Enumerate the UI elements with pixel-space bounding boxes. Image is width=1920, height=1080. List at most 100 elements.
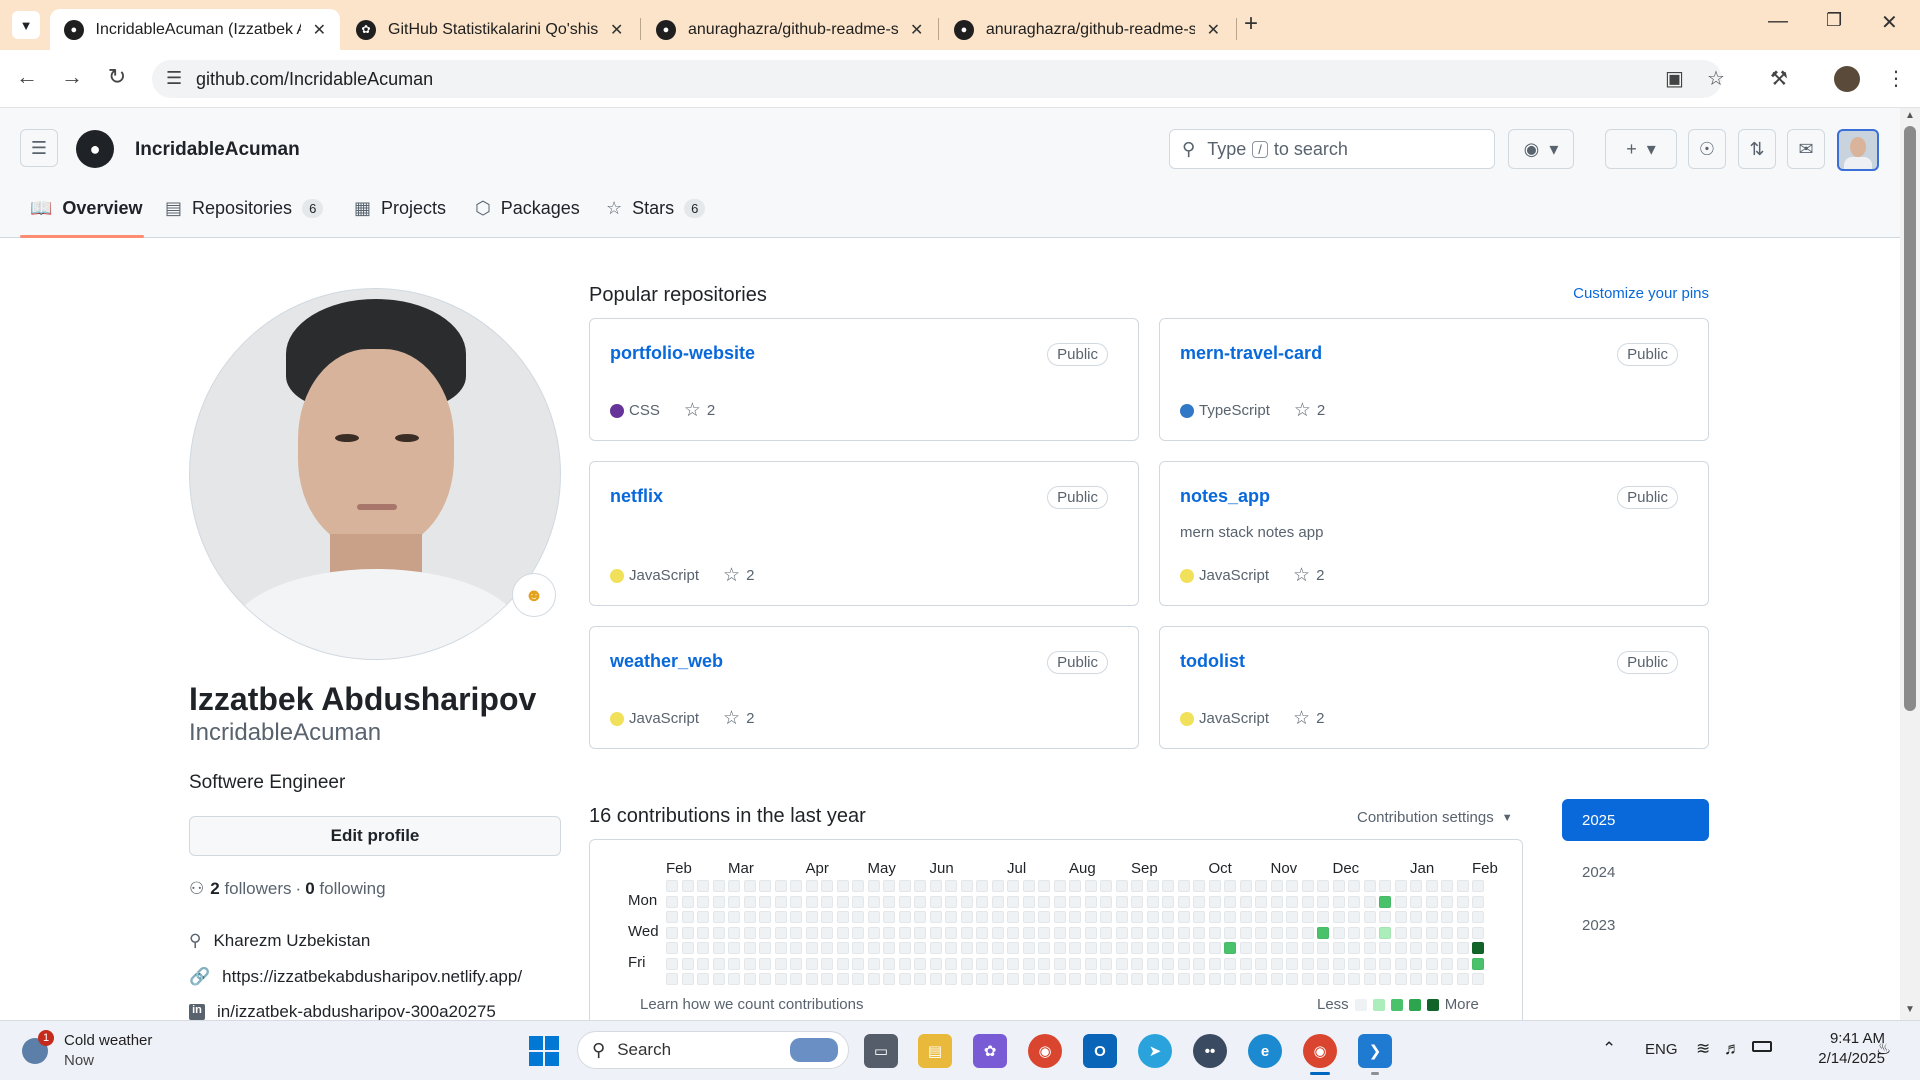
restore-button[interactable]: ❐ [1826,10,1842,31]
contribution-cell[interactable] [712,973,725,985]
contribution-cell[interactable] [1472,926,1484,939]
contribution-cell[interactable] [666,973,678,985]
contribution-cell[interactable] [1100,880,1112,892]
contribution-cell[interactable] [1456,926,1469,939]
contribution-cell[interactable] [852,880,864,892]
contribution-cell[interactable] [836,926,849,939]
contribution-cell[interactable] [1255,911,1267,923]
contribution-cell[interactable] [697,895,709,908]
tab-projects[interactable]: ▦ Projects [354,196,446,220]
contribution-cell[interactable] [836,942,849,954]
contribution-cell[interactable] [666,911,678,923]
contribution-cell[interactable] [1425,911,1438,923]
contribution-cell[interactable] [743,926,756,939]
contribution-cell[interactable] [1410,880,1422,892]
repo-name-link[interactable]: weather_web [610,651,723,672]
wifi-icon[interactable]: ≋ [1696,1039,1710,1059]
contribution-cell[interactable] [805,957,818,970]
contribution-cell[interactable] [728,911,740,923]
contribution-cell[interactable] [1177,895,1190,908]
contribution-cell[interactable] [712,880,725,892]
contribution-cell[interactable] [1115,895,1128,908]
scroll-down-arrow[interactable]: ▼ [1905,1004,1915,1015]
repo-name-link[interactable]: mern-travel-card [1180,343,1322,364]
contribution-cell[interactable] [1007,895,1019,908]
contribution-cell[interactable] [898,926,911,939]
contribution-cell[interactable] [1224,911,1236,923]
contribution-cell[interactable] [1208,911,1221,923]
contribution-cell[interactable] [960,957,973,970]
contribution-cell[interactable] [1069,926,1081,939]
contribution-cell[interactable] [867,880,880,892]
reload-icon[interactable]: ↻ [102,64,132,90]
contribution-cell[interactable] [945,880,957,892]
contribution-cell[interactable] [898,880,911,892]
contribution-cell[interactable] [898,957,911,970]
contribution-cell[interactable] [712,895,725,908]
contribution-cell[interactable] [681,942,694,954]
contribution-cell[interactable] [728,880,740,892]
contribution-cell[interactable] [1332,942,1345,954]
contribution-cell[interactable] [836,957,849,970]
contribution-cell[interactable] [1239,942,1252,954]
status-emoji-button[interactable]: ☻ [512,573,556,617]
contribution-cell[interactable] [790,911,802,923]
contribution-cell[interactable] [1177,942,1190,954]
contribution-cell[interactable] [914,942,926,954]
contribution-cell[interactable] [929,895,942,908]
contribution-cell[interactable] [1084,957,1097,970]
contribution-cell[interactable] [1177,926,1190,939]
bookmark-star-icon[interactable]: ☆ [1707,66,1725,91]
contribution-cell[interactable] [1053,926,1066,939]
contribution-cell[interactable] [1239,957,1252,970]
contribution-cell[interactable] [1146,895,1159,908]
contribution-cell[interactable] [1100,926,1112,939]
inbox-icon[interactable]: ✉ [1787,129,1825,169]
contribution-cell[interactable] [1224,926,1236,939]
contribution-cell[interactable] [774,911,787,923]
contribution-cell[interactable] [1177,973,1190,985]
contribution-cell[interactable] [1053,973,1066,985]
contribution-cell[interactable] [697,926,709,939]
contribution-cell[interactable] [697,911,709,923]
contribution-cell[interactable] [1115,911,1128,923]
contribution-cell[interactable] [1193,942,1205,954]
contribution-cell[interactable] [960,942,973,954]
contribution-cell[interactable] [836,895,849,908]
contribution-cell[interactable] [1348,911,1360,923]
star-icon[interactable]: ☆ [684,399,701,422]
repo-name-link[interactable]: todolist [1180,651,1245,672]
contribution-cell[interactable] [883,895,895,908]
contribution-cell[interactable] [883,926,895,939]
contribution-cell[interactable] [1084,880,1097,892]
contribution-cell[interactable] [976,973,988,985]
contribution-cell[interactable] [945,926,957,939]
contribution-cell[interactable] [1348,942,1360,954]
contribution-cell[interactable] [1301,880,1314,892]
contribution-cell[interactable] [1255,957,1267,970]
contribution-cell[interactable] [852,957,864,970]
contribution-cell[interactable] [1317,880,1329,892]
contribution-cell[interactable] [697,957,709,970]
contribution-cell[interactable] [1239,880,1252,892]
contribution-cell[interactable] [1208,942,1221,954]
browser-tab-active[interactable]: ● IncridableAcuman (Izzatbek Ab ✕ [50,9,340,50]
contribution-cell[interactable] [1286,942,1298,954]
contribution-cell[interactable] [1162,880,1174,892]
contribution-cell[interactable] [1286,957,1298,970]
copilot-icon[interactable]: ✿ [973,1034,1007,1068]
contribution-cell[interactable] [666,942,678,954]
browser-profile-avatar[interactable] [1834,66,1860,92]
contribution-cell[interactable] [1022,895,1035,908]
contribution-cell[interactable] [960,880,973,892]
contribution-cell[interactable] [898,942,911,954]
close-icon[interactable]: ✕ [910,20,923,40]
contribution-cell[interactable] [1394,895,1407,908]
contribution-cell[interactable] [1177,957,1190,970]
contribution-cell[interactable] [836,911,849,923]
contribution-cell[interactable] [1100,973,1112,985]
omnibox[interactable]: ☰ github.com/IncridableAcuman [152,60,1722,98]
contribution-cell[interactable] [1441,926,1453,939]
contribution-cell[interactable] [1084,911,1097,923]
contribution-cell[interactable] [1038,895,1050,908]
